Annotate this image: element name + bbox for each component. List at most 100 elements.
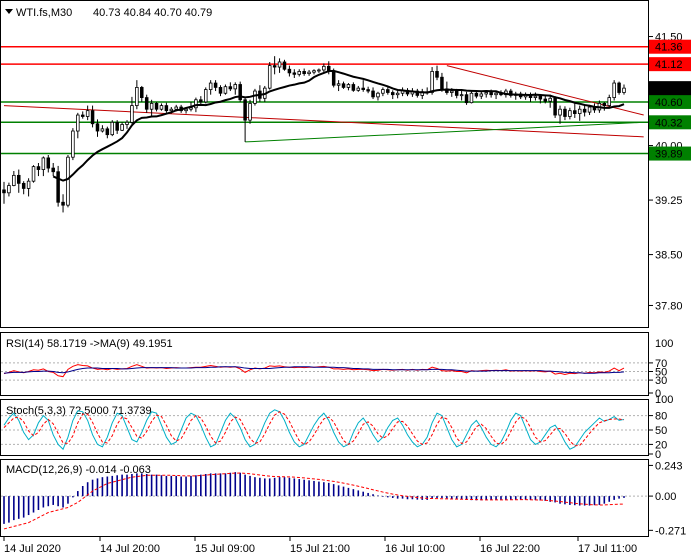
candle-bear — [56, 171, 60, 203]
candle-bull — [159, 105, 164, 110]
candle-bear — [243, 99, 247, 121]
candle-bear — [553, 97, 557, 116]
candle-bull — [26, 180, 31, 189]
candle-bull — [31, 166, 36, 182]
candle-bull — [469, 92, 474, 104]
candle-bull — [194, 99, 198, 109]
stoch-axis-label: 0 — [655, 449, 661, 461]
level-tag-label: 39.89 — [655, 149, 683, 161]
candle-bull — [125, 121, 129, 125]
candle-bull — [12, 174, 16, 186]
candle-bear — [287, 68, 292, 74]
candle-bull — [149, 103, 154, 110]
time-axis-label: 14 Jul 20:00 — [100, 543, 160, 555]
candle-bull — [612, 82, 616, 98]
candle-bull — [430, 71, 434, 93]
candle-bear — [489, 92, 493, 96]
candle-bear — [228, 86, 233, 90]
candle-bull — [184, 108, 188, 112]
candle-bear — [21, 182, 26, 189]
candle-bull — [533, 95, 538, 98]
candle-bull — [174, 106, 178, 110]
candle-bear — [366, 89, 370, 92]
chart-canvas: WTI.fs,M30 40.73 40.84 40.70 40.79 RSI(1… — [0, 0, 691, 555]
time-axis-label: 14 Jul 2020 — [4, 543, 61, 555]
candle-bear — [140, 87, 144, 98]
candle-bull — [317, 69, 321, 72]
candle-bear — [164, 105, 169, 112]
candle-bull — [346, 84, 351, 88]
candle-bull — [312, 70, 316, 73]
candle-bull — [253, 90, 257, 104]
price-axis-label: 38.50 — [655, 250, 683, 262]
candle-bear — [341, 83, 346, 88]
candle-bear — [61, 201, 65, 206]
candle-bear — [105, 128, 110, 136]
time-axis-label: 15 Jul 21:00 — [290, 543, 350, 555]
candle-bear — [115, 121, 119, 131]
candle-bull — [135, 87, 139, 106]
candle-bull — [459, 94, 464, 97]
candle-bull — [203, 89, 208, 103]
candle-bear — [602, 103, 607, 106]
price-axis-label: 39.25 — [655, 195, 683, 207]
candle-bull — [248, 103, 252, 121]
candle-bull — [381, 89, 385, 94]
candle-bull — [85, 110, 90, 117]
candle-bear — [90, 110, 95, 125]
candle-bear — [272, 65, 277, 68]
candle-bear — [386, 89, 390, 93]
candle-bull — [587, 106, 592, 113]
candle-bull — [336, 83, 341, 86]
candle-bull — [568, 110, 572, 117]
candle-bear — [582, 108, 587, 113]
level-tag-label: 41.12 — [655, 59, 683, 71]
candle-bear — [80, 114, 85, 117]
candle-bull — [169, 108, 174, 112]
macd-axis-label: 0.243 — [655, 460, 683, 472]
candle-bear — [302, 71, 306, 75]
candle-bear — [390, 92, 395, 96]
candle-bear — [435, 71, 439, 78]
candle-bull — [558, 108, 562, 116]
candle-bull — [120, 124, 124, 131]
ohlc-values: 40.73 40.84 40.70 40.79 — [93, 7, 212, 19]
candle-bear — [292, 72, 297, 75]
candle-bull — [100, 128, 105, 132]
level-tag-label: 40.32 — [655, 117, 683, 129]
macd-axis-label: -0.271 — [655, 525, 686, 537]
macd-title: MACD(12,26,9) -0.014 -0.063 — [6, 464, 151, 476]
candle-bull — [356, 87, 361, 91]
candle-bear — [154, 103, 159, 110]
candle-bull — [233, 84, 238, 90]
candle-bear — [474, 92, 479, 97]
time-axis-label: 17 Jul 11:00 — [578, 543, 637, 555]
candle-bear — [46, 157, 51, 169]
stoch-axis-label: 80 — [655, 411, 667, 423]
candle-bear — [563, 108, 567, 117]
candle-bull — [7, 185, 11, 194]
stoch-axis-label: 50 — [655, 425, 667, 437]
candle-bear — [361, 87, 365, 90]
price-panel-frame — [0, 0, 649, 328]
candle-bull — [307, 71, 311, 75]
candle-bull — [208, 82, 213, 90]
candle-bear — [351, 84, 356, 91]
candle-bear — [2, 189, 6, 194]
candle-bull — [110, 121, 115, 136]
candle-bear — [454, 90, 459, 96]
candle-bear — [213, 82, 218, 88]
candle-bull — [76, 114, 80, 132]
candle-bear — [36, 166, 41, 170]
candle-bear — [282, 61, 287, 70]
candle-bull — [267, 65, 272, 89]
candle-bull — [479, 93, 484, 97]
level-tag-label: 40.60 — [655, 97, 683, 109]
candle-bull — [494, 92, 498, 96]
time-axis-label: 15 Jul 09:00 — [195, 543, 255, 555]
candle-bull — [607, 97, 611, 106]
candle-bull — [548, 97, 552, 102]
rsi-title: RSI(14) 58.1719 ->MA(9) 49.1951 — [6, 338, 173, 350]
candle-bear — [617, 82, 621, 93]
candle-bull — [577, 108, 582, 114]
